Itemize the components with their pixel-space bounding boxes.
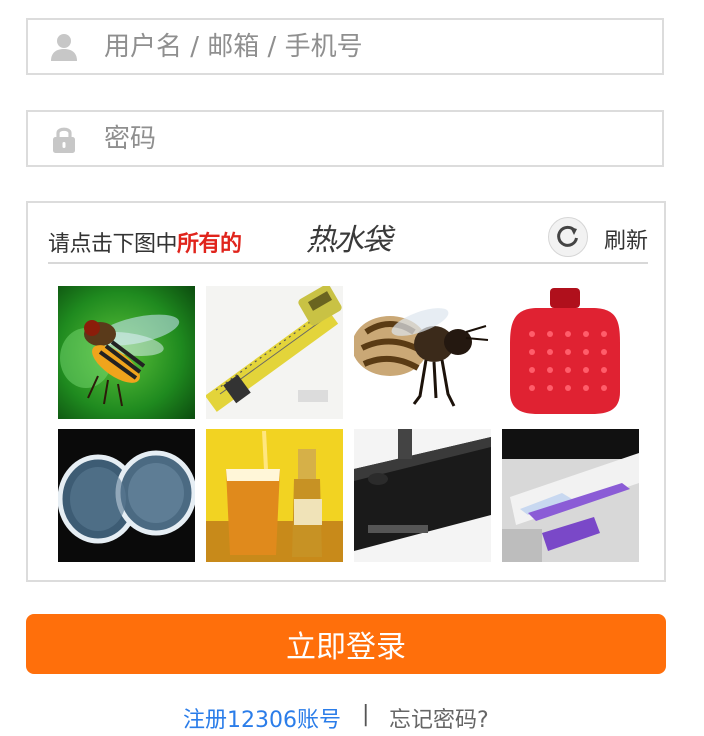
captcha-prompt-prefix: 请点击下图中 xyxy=(48,232,178,257)
login-button[interactable]: 立即登录 xyxy=(26,614,666,674)
captcha-divider xyxy=(48,262,648,264)
password-input[interactable] xyxy=(102,120,646,158)
captcha-header: 请点击下图中所有的 热水袋 刷新 xyxy=(48,215,648,263)
username-field[interactable] xyxy=(26,18,664,75)
refresh-icon xyxy=(548,217,588,257)
captcha-image-bee[interactable] xyxy=(354,286,491,419)
captcha-refresh-button[interactable]: 刷新 xyxy=(538,217,648,257)
captcha-image-mesh-pads[interactable] xyxy=(58,429,195,562)
auth-links: 注册12306账号 | 忘记密码? xyxy=(0,700,704,734)
captcha-image-tape-measure[interactable] xyxy=(206,286,343,419)
captcha-image-beer[interactable] xyxy=(206,429,343,562)
captcha-image-hot-water-bottle[interactable] xyxy=(502,286,639,419)
lock-icon xyxy=(49,124,79,154)
password-field[interactable] xyxy=(26,110,664,167)
captcha-target-word: 热水袋 xyxy=(306,223,392,258)
captcha-prompt: 请点击下图中所有的 xyxy=(48,226,242,258)
forgot-password-link[interactable]: 忘记密码? xyxy=(389,702,489,734)
captcha-prompt-highlight: 所有的 xyxy=(177,232,242,257)
links-separator: | xyxy=(362,702,370,727)
captcha-image-hoverfly[interactable] xyxy=(58,286,195,419)
user-icon xyxy=(49,32,79,62)
captcha-image-table[interactable] xyxy=(354,429,491,562)
register-link[interactable]: 注册12306账号 xyxy=(183,702,341,734)
username-input[interactable] xyxy=(102,28,646,66)
refresh-label: 刷新 xyxy=(603,229,648,254)
captcha-image-device[interactable] xyxy=(502,429,639,562)
captcha-panel: 请点击下图中所有的 热水袋 刷新 xyxy=(26,201,666,582)
